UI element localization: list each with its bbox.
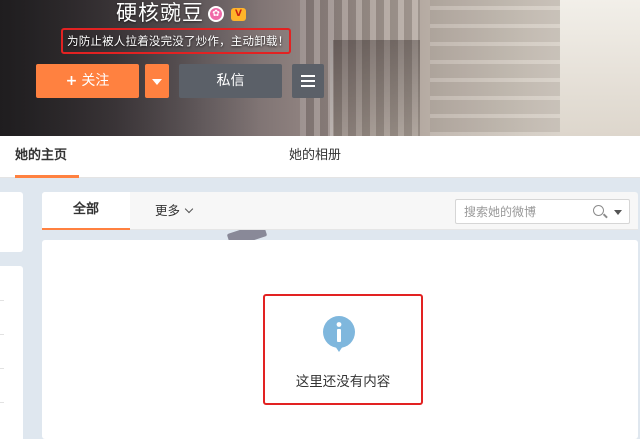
tab-album[interactable]: 她的相册 [289, 136, 359, 178]
flower-badge-icon[interactable]: ✿ [208, 6, 224, 22]
divider [0, 334, 4, 335]
feed-tab-more-label: 更多 [155, 203, 181, 218]
profile-tabbar: 她的主页 她的相册 [0, 136, 640, 178]
sidebar-card-list [0, 266, 23, 439]
message-button[interactable]: 私信 [179, 64, 282, 98]
search-icon[interactable] [593, 205, 604, 216]
feed-search [455, 199, 630, 224]
cover-sky [560, 0, 640, 136]
plus-icon: + [65, 73, 78, 89]
caret-down-icon [152, 79, 162, 85]
profile-username: 硬核豌豆 [116, 1, 204, 25]
cover-building-window [330, 40, 420, 136]
search-dropdown-icon[interactable] [614, 210, 622, 215]
cover-building-facade [430, 0, 570, 136]
tab-home[interactable]: 她的主页 [15, 136, 79, 178]
hamburger-icon [301, 75, 315, 87]
divider [0, 300, 4, 301]
empty-state-message: 这里还没有内容 [295, 374, 391, 390]
more-menu-button[interactable] [292, 64, 324, 98]
divider [0, 402, 4, 403]
sidebar-card [0, 192, 23, 252]
follow-dropdown-button[interactable] [145, 64, 169, 98]
info-icon [323, 316, 355, 352]
feed-tab-more[interactable]: 更多 [155, 192, 194, 230]
follow-label: 关注 [81, 73, 110, 89]
vip-icon[interactable]: V [231, 8, 246, 21]
feed-tab-all[interactable]: 全部 [42, 192, 130, 230]
profile-intro: 为防止被人拉着没完没了炒作，主动卸载！ [67, 34, 290, 48]
search-input[interactable] [456, 200, 588, 223]
chevron-down-icon [184, 204, 194, 214]
divider [0, 368, 4, 369]
follow-button[interactable]: + 关注 [36, 64, 139, 98]
